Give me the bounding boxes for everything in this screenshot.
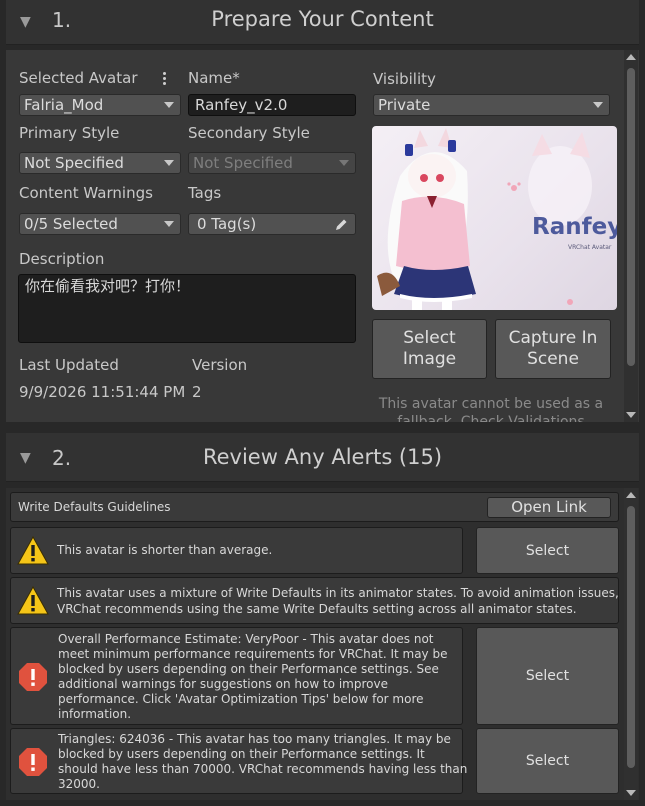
pencil-icon[interactable] <box>335 218 348 231</box>
selected-avatar-label: Selected Avatar <box>19 69 138 87</box>
visibility-label: Visibility <box>373 70 436 88</box>
alert-text-line: should have less than 70000. VRChat reco… <box>58 762 468 776</box>
select-image-line2: Image <box>402 349 457 369</box>
name-input[interactable]: Ranfey_v2.0 <box>188 94 356 116</box>
secondary-style-value: Not Specified <box>193 154 293 172</box>
chevron-down-icon <box>164 221 174 227</box>
select-image-button[interactable]: Select Image <box>372 319 487 379</box>
capture-line1: Capture In <box>508 328 598 348</box>
scroll-up-icon[interactable] <box>626 54 636 60</box>
selected-avatar-value: Falria_Mod <box>24 96 104 114</box>
alert-text-line: blocked by users depending on their Perf… <box>58 747 425 761</box>
select-button[interactable]: Select <box>476 527 619 574</box>
chevron-down-icon <box>164 160 174 166</box>
selected-avatar-dropdown[interactable]: Falria_Mod <box>19 94 181 116</box>
open-link-button[interactable]: Open Link <box>487 497 611 518</box>
alert-text-line: 32000. <box>58 777 100 791</box>
section-1-panel: Selected Avatar Name* Visibility Falria_… <box>6 50 639 422</box>
last-updated-value: 9/9/2026 11:51:44 PM <box>19 383 186 401</box>
warning-icon <box>17 585 49 615</box>
section-2-panel: Write Defaults Guidelines Open Link This… <box>6 488 639 800</box>
section-2-header[interactable]: ▼ 2. Review Any Alerts (15) <box>6 433 639 482</box>
alert-text-line: This avatar uses a mixture of Write Defa… <box>57 586 619 600</box>
alert-item: This avatar uses a mixture of Write Defa… <box>10 577 619 624</box>
thumbnail-subtitle: VRChat Avatar <box>568 244 612 251</box>
alert-text-line: information. <box>58 707 132 721</box>
alert-text-line: performance. Click 'Avatar Optimization … <box>58 692 424 706</box>
thumbnail-title: Ranfey <box>532 214 617 240</box>
alert-item: Triangles: 624036 - This avatar has too … <box>10 728 467 794</box>
fallback-note-line1: This avatar cannot be used as a <box>378 396 604 412</box>
visibility-value: Private <box>378 96 431 114</box>
scrollbar-thumb[interactable] <box>627 68 635 366</box>
primary-style-label: Primary Style <box>19 124 120 142</box>
select-image-line1: Select <box>403 328 456 348</box>
alert-text-line: Overall Performance Estimate: VeryPoor -… <box>58 632 434 646</box>
tags-value: 0 Tag(s) <box>197 215 257 233</box>
version-value: 2 <box>192 383 202 401</box>
alert-text-line: blocked by users depending on their Perf… <box>58 662 439 676</box>
primary-style-value: Not Specified <box>24 154 124 172</box>
capture-line2: Scene <box>527 349 579 369</box>
scroll-down-icon[interactable] <box>626 790 636 796</box>
visibility-dropdown[interactable]: Private <box>373 94 610 116</box>
section-2-scrollbar[interactable] <box>624 488 638 800</box>
alert-text-line: meet minimum performance requirements fo… <box>58 647 448 661</box>
tags-label: Tags <box>188 184 222 202</box>
section-2-title: Review Any Alerts (15) <box>202 445 443 469</box>
fallback-note-line2: fallback. Check Validations <box>397 414 585 422</box>
warning-icon <box>17 535 49 565</box>
chevron-down-icon <box>339 160 349 166</box>
secondary-style-dropdown: Not Specified <box>188 152 356 174</box>
fallback-note: This avatar cannot be used as a fallback… <box>366 395 616 422</box>
chevron-down-icon <box>164 102 174 108</box>
tags-field[interactable]: 0 Tag(s) <box>188 213 356 235</box>
more-vertical-icon[interactable] <box>163 72 167 86</box>
guidelines-text: Write Defaults Guidelines <box>18 500 171 514</box>
alert-text-line: additional warnings for suggestions on h… <box>58 677 388 691</box>
scroll-up-icon[interactable] <box>626 492 636 498</box>
scrollbar-thumb[interactable] <box>627 506 635 768</box>
description-textarea[interactable]: 你在偷看我对吧？打你！ <box>18 274 356 343</box>
section-1-scrollbar[interactable] <box>624 50 638 422</box>
primary-style-dropdown[interactable]: Not Specified <box>19 152 181 174</box>
description-label: Description <box>19 250 105 268</box>
version-label: Version <box>192 356 248 374</box>
chevron-down-icon <box>593 102 603 108</box>
section-1-header[interactable]: ▼ 1. Prepare Your Content <box>6 0 639 45</box>
content-warnings-value: 0/5 Selected <box>24 215 118 233</box>
content-warnings-dropdown[interactable]: 0/5 Selected <box>19 213 181 235</box>
alert-text-line: VRChat recommends using the same Write D… <box>57 602 577 616</box>
section-1-title: Prepare Your Content <box>211 7 434 31</box>
alert-text-line: Triangles: 624036 - This avatar has too … <box>58 732 451 746</box>
name-label: Name* <box>188 69 240 87</box>
alert-item: This avatar is shorter than average. <box>10 527 463 574</box>
error-icon <box>19 663 47 691</box>
alert-item: Overall Performance Estimate: VeryPoor -… <box>10 627 463 725</box>
last-updated-label: Last Updated <box>19 356 119 374</box>
guidelines-row: Write Defaults Guidelines Open Link <box>10 492 619 522</box>
select-button[interactable]: Select <box>476 728 619 794</box>
capture-in-scene-button[interactable]: Capture In Scene <box>495 319 611 379</box>
secondary-style-label: Secondary Style <box>188 124 310 142</box>
avatar-thumbnail: Ranfey VRChat Avatar <box>372 126 617 310</box>
alert-text: This avatar is shorter than average. <box>57 543 273 557</box>
scroll-down-icon[interactable] <box>626 412 636 418</box>
select-button[interactable]: Select <box>476 627 619 725</box>
content-warnings-label: Content Warnings <box>19 184 153 202</box>
error-icon <box>19 748 47 776</box>
